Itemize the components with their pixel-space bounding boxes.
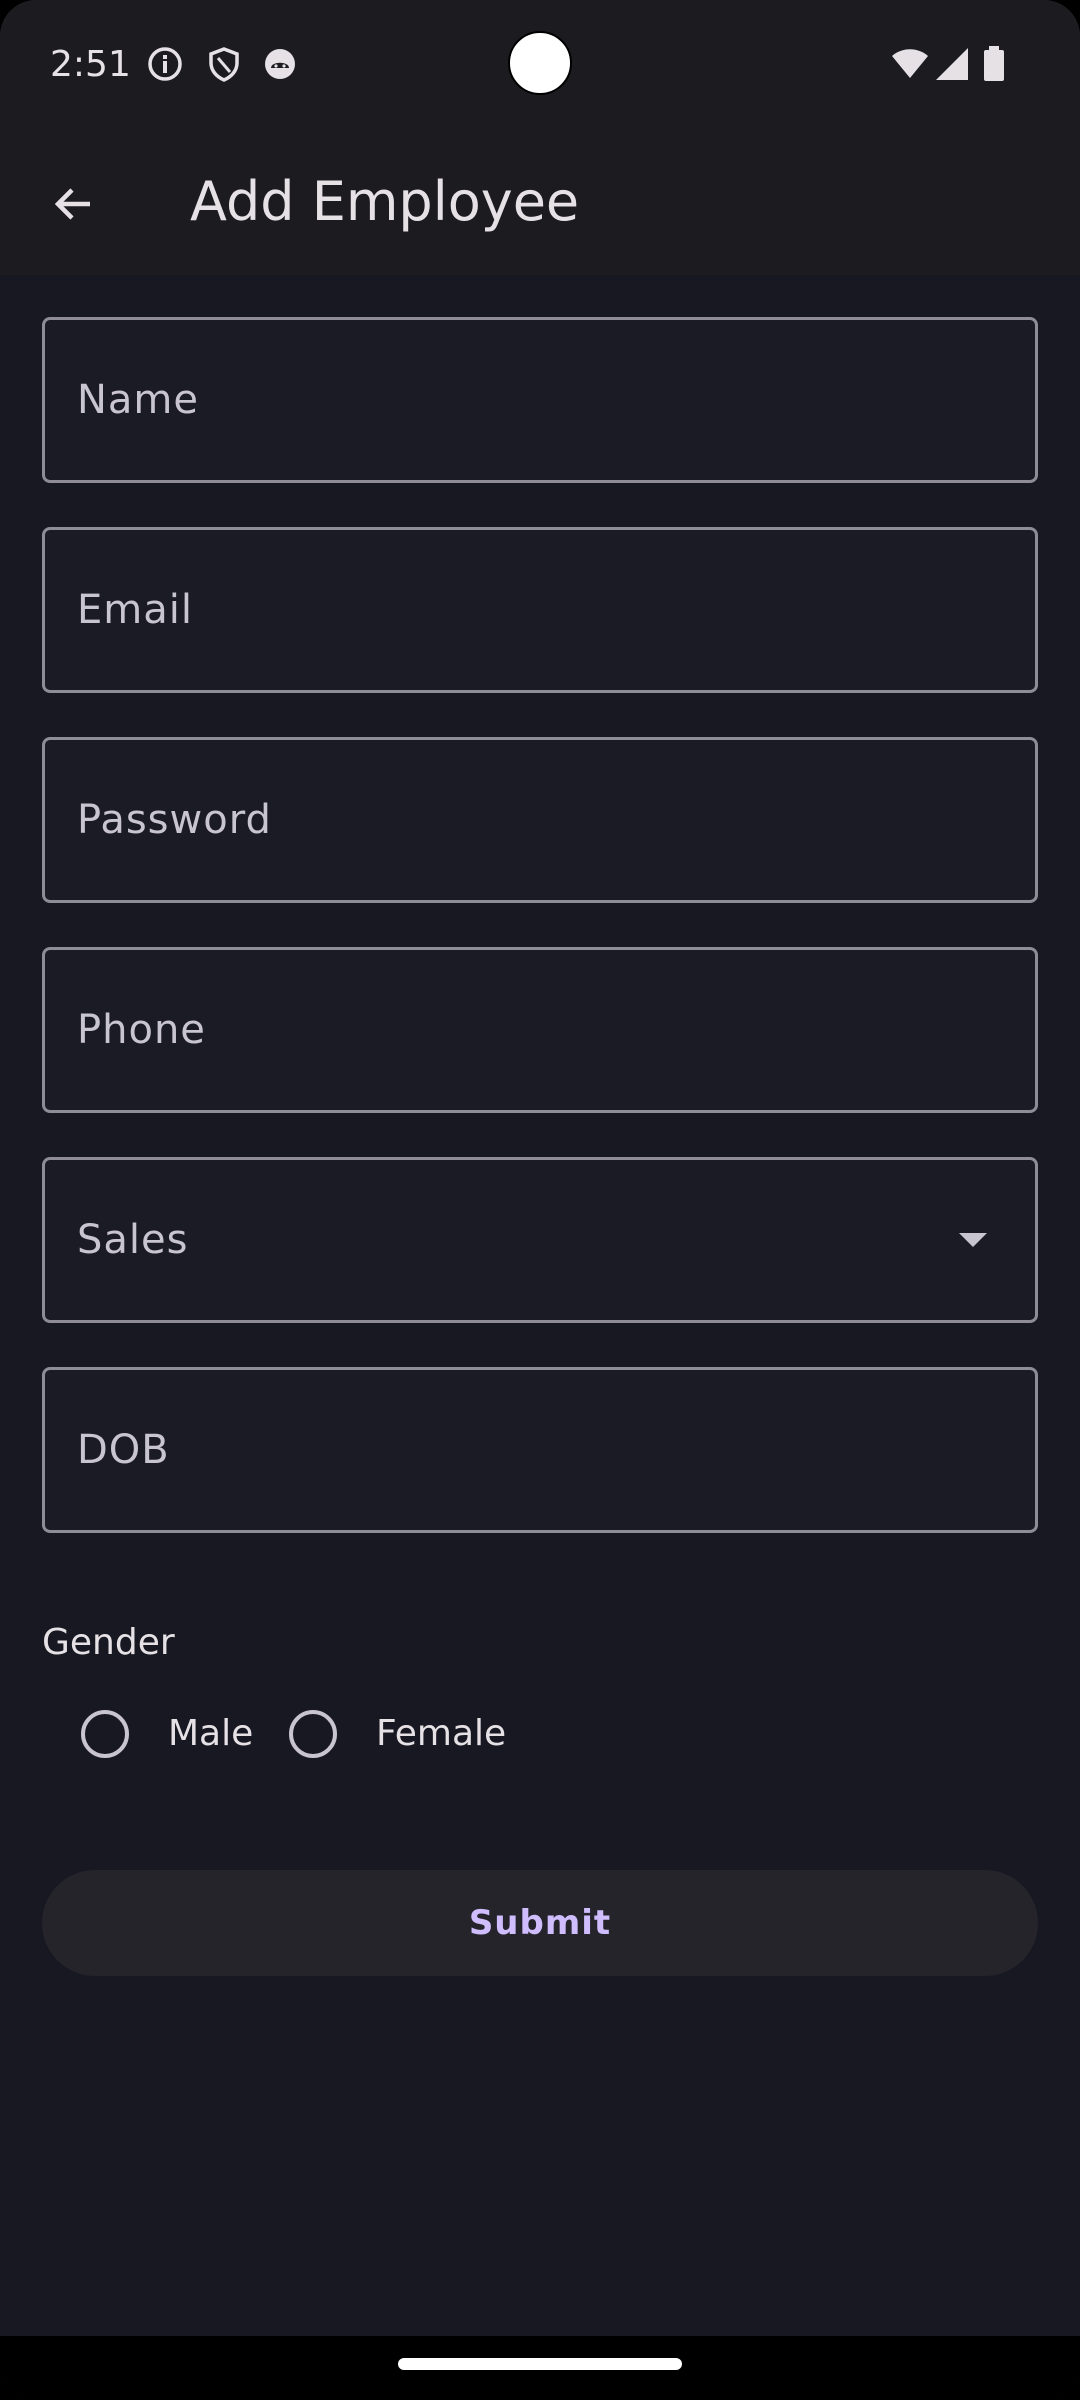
info-icon xyxy=(147,46,183,82)
home-gesture-handle[interactable] xyxy=(398,2358,682,2370)
dob-placeholder: DOB xyxy=(77,1427,170,1473)
gender-label: Gender xyxy=(42,1622,175,1663)
password-field[interactable]: Password xyxy=(42,737,1038,903)
phone-field[interactable]: Phone xyxy=(42,947,1038,1113)
female-radio-label[interactable]: Female xyxy=(376,1708,506,1760)
email-placeholder: Email xyxy=(77,587,193,633)
email-field[interactable]: Email xyxy=(42,527,1038,693)
status-time: 2:51 xyxy=(50,44,131,85)
camera-cutout xyxy=(508,31,572,95)
app-bar: Add Employee xyxy=(0,120,1080,275)
phone-placeholder: Phone xyxy=(77,1007,206,1053)
arrow-back-icon xyxy=(54,188,90,220)
shield-icon xyxy=(206,46,242,82)
name-field[interactable]: Name xyxy=(42,317,1038,483)
password-placeholder: Password xyxy=(77,797,272,843)
department-selected-value: Sales xyxy=(77,1217,189,1263)
signal-icon xyxy=(934,46,970,82)
battery-icon xyxy=(982,46,1006,82)
name-placeholder: Name xyxy=(77,377,200,423)
wifi-icon xyxy=(890,46,930,82)
dropdown-arrow-icon xyxy=(959,1233,987,1247)
department-dropdown[interactable]: Sales xyxy=(42,1157,1038,1323)
status-bar: 2:51 xyxy=(0,0,1080,120)
submit-button[interactable]: Submit xyxy=(42,1870,1038,1976)
submit-label: Submit xyxy=(468,1903,612,1943)
add-employee-screen: 2:51 Add Employee Name Email Password Ph… xyxy=(0,0,1080,2400)
android-icon xyxy=(262,46,298,82)
dob-field[interactable]: DOB xyxy=(42,1367,1038,1533)
male-radio-button[interactable] xyxy=(81,1710,129,1758)
navigation-bar xyxy=(0,2336,1080,2400)
female-radio-button[interactable] xyxy=(289,1710,337,1758)
back-button[interactable] xyxy=(34,164,114,244)
male-radio-label[interactable]: Male xyxy=(168,1708,253,1760)
page-title: Add Employee xyxy=(190,170,580,233)
